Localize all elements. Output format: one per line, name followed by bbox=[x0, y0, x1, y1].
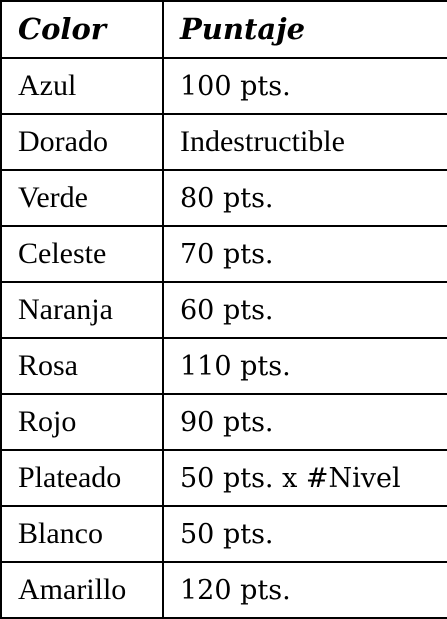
cell-puntaje: 50 pts. x #Nivel bbox=[162, 449, 447, 507]
score-table: Color Puntaje Azul 100 pts. Dorado Indes… bbox=[0, 0, 447, 619]
column-header-puntaje: Puntaje bbox=[162, 0, 447, 59]
table-body: Azul 100 pts. Dorado Indestructible Verd… bbox=[0, 57, 447, 619]
cell-color: Verde bbox=[0, 169, 164, 227]
cell-puntaje: 70 pts. bbox=[162, 225, 447, 283]
cell-puntaje: 120 pts. bbox=[162, 561, 447, 619]
cell-puntaje: 100 pts. bbox=[162, 57, 447, 115]
cell-color: Rojo bbox=[0, 393, 164, 451]
cell-color: Dorado bbox=[0, 113, 164, 171]
column-header-color: Color bbox=[0, 0, 164, 59]
table-row: Rojo 90 pts. bbox=[0, 393, 447, 451]
cell-puntaje: Indestructible bbox=[162, 113, 447, 171]
cell-color: Naranja bbox=[0, 281, 164, 339]
cell-color: Blanco bbox=[0, 505, 164, 563]
table-row: Naranja 60 pts. bbox=[0, 281, 447, 339]
cell-color: Amarillo bbox=[0, 561, 164, 619]
table-row: Verde 80 pts. bbox=[0, 169, 447, 227]
table-row: Celeste 70 pts. bbox=[0, 225, 447, 283]
cell-color: Plateado bbox=[0, 449, 164, 507]
cell-puntaje: 50 pts. bbox=[162, 505, 447, 563]
table-row: Rosa 110 pts. bbox=[0, 337, 447, 395]
table-row: Amarillo 120 pts. bbox=[0, 561, 447, 619]
table-header-row: Color Puntaje bbox=[0, 0, 447, 59]
cell-puntaje: 90 pts. bbox=[162, 393, 447, 451]
cell-color: Celeste bbox=[0, 225, 164, 283]
table-row: Dorado Indestructible bbox=[0, 113, 447, 171]
score-table-container: Color Puntaje Azul 100 pts. Dorado Indes… bbox=[0, 0, 447, 619]
cell-puntaje: 80 pts. bbox=[162, 169, 447, 227]
table-row: Blanco 50 pts. bbox=[0, 505, 447, 563]
cell-puntaje: 60 pts. bbox=[162, 281, 447, 339]
cell-color: Azul bbox=[0, 57, 164, 115]
table-row: Plateado 50 pts. x #Nivel bbox=[0, 449, 447, 507]
cell-color: Rosa bbox=[0, 337, 164, 395]
cell-puntaje: 110 pts. bbox=[162, 337, 447, 395]
table-row: Azul 100 pts. bbox=[0, 57, 447, 115]
